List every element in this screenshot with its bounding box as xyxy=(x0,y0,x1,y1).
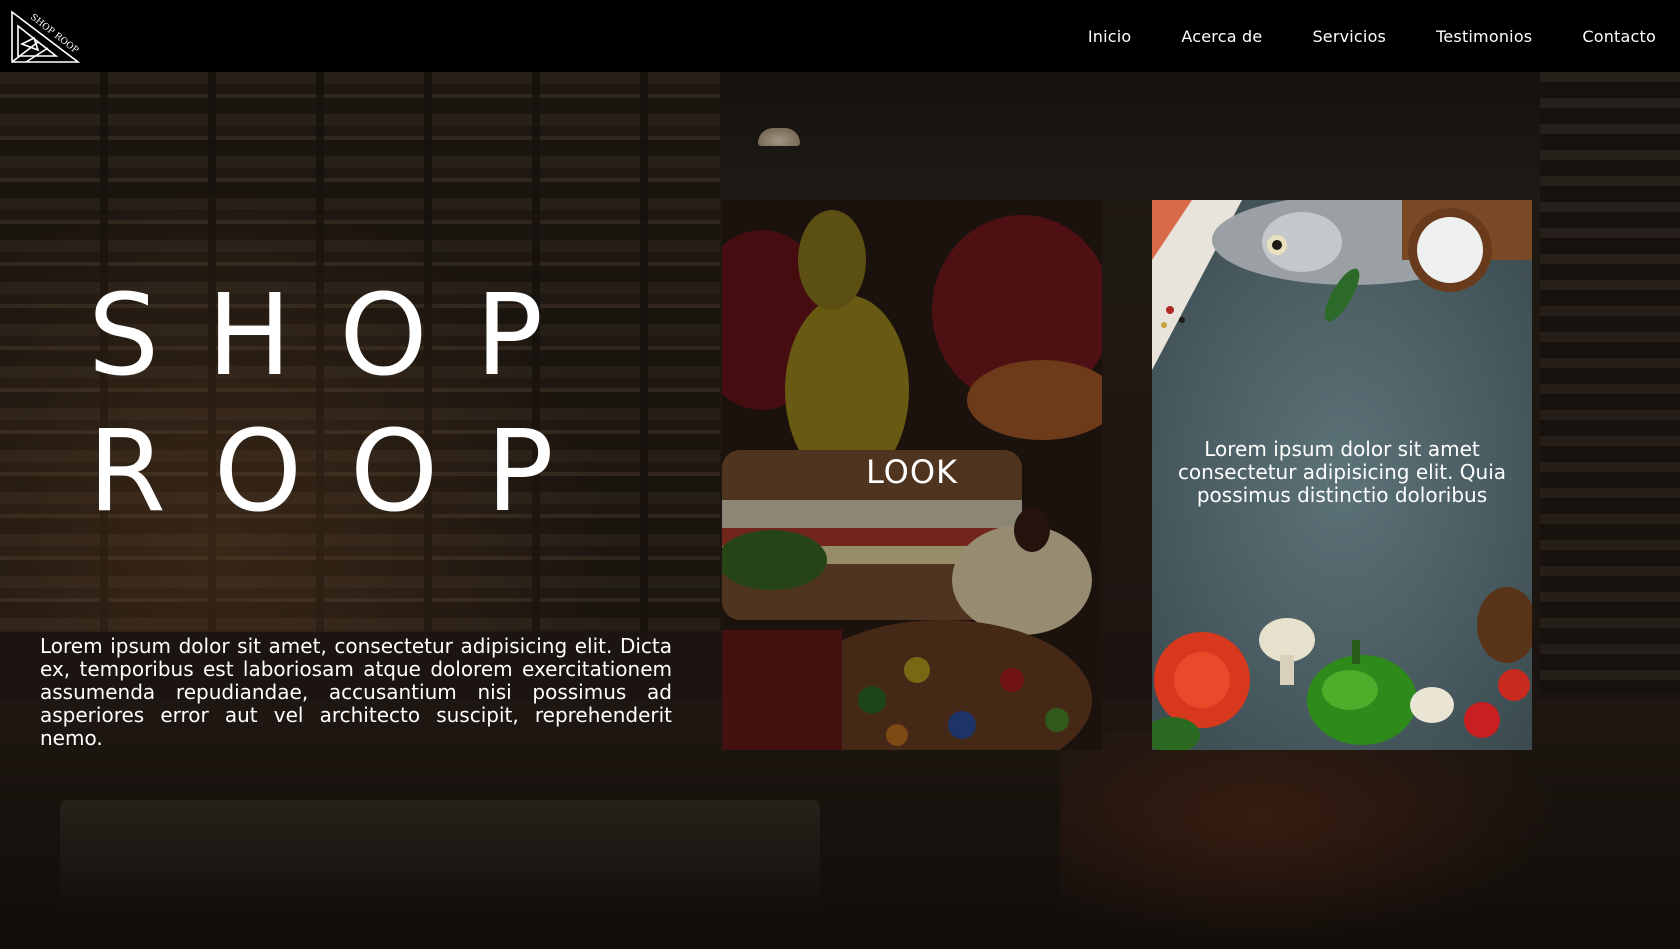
look-card[interactable]: LOOK xyxy=(722,200,1102,750)
nav-link-testimonios[interactable]: Testimonios xyxy=(1436,27,1532,46)
info-card-text: Lorem ipsum dolor sit amet consectetur a… xyxy=(1177,437,1507,507)
nav-link-servicios[interactable]: Servicios xyxy=(1312,27,1386,46)
main-menu: Inicio Acerca de Servicios Testimonios C… xyxy=(1038,0,1656,72)
navbar: SHOP ROOP Inicio Acerca de Servicios Tes… xyxy=(0,0,1680,72)
hero-title-line-2: ROOP xyxy=(88,407,602,537)
look-card-label: LOOK xyxy=(865,453,959,491)
nav-link-contacto[interactable]: Contacto xyxy=(1582,27,1656,46)
nav-link-inicio[interactable]: Inicio xyxy=(1088,27,1132,46)
brand-logo[interactable]: SHOP ROOP xyxy=(8,4,84,66)
nav-link-acerca-de[interactable]: Acerca de xyxy=(1181,27,1262,46)
hero-title-line-1: SHOP xyxy=(88,271,592,401)
hero-description: Lorem ipsum dolor sit amet, consectetur … xyxy=(40,634,672,750)
logo-mark-icon: SHOP ROOP xyxy=(11,10,81,63)
hero-title: SHOP ROOP xyxy=(88,268,708,540)
info-card[interactable]: Lorem ipsum dolor sit amet consectetur a… xyxy=(1152,200,1532,750)
